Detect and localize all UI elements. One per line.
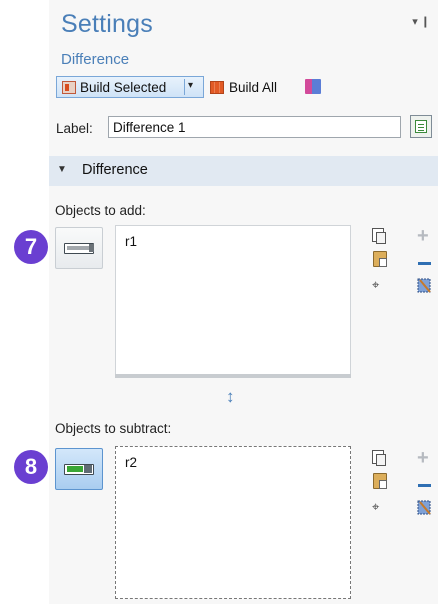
toggle-switch-icon <box>64 464 94 475</box>
zoom-to-selection-icon[interactable]: ⌖ <box>372 499 379 515</box>
toggle-fill <box>67 466 83 472</box>
label-caption: Label: <box>56 121 93 136</box>
node-subtitle: Difference <box>61 51 130 68</box>
clear-selection-icon[interactable] <box>417 278 432 294</box>
list-item[interactable]: r1 <box>125 234 137 249</box>
remove-from-selection-icon[interactable] <box>418 484 431 487</box>
copy-icon[interactable] <box>372 228 386 244</box>
copy-icon[interactable] <box>372 450 386 466</box>
toggle-knob <box>84 465 92 473</box>
list-resize-bar[interactable] <box>115 374 351 378</box>
build-all-button[interactable]: Build All <box>210 76 277 98</box>
zoom-to-selection-icon[interactable]: ⌖ <box>372 277 379 293</box>
section-title: Difference <box>82 162 148 178</box>
add-to-selection-icon[interactable]: + <box>417 448 429 468</box>
step-badge-7: 7 <box>14 230 48 264</box>
build-all-icon <box>210 80 224 94</box>
toggle-switch-icon <box>64 243 94 254</box>
chevron-down-icon[interactable]: ▾ <box>188 80 193 91</box>
build-selected-icon <box>62 80 76 94</box>
geometry-settings-icon[interactable] <box>305 79 321 94</box>
remove-from-selection-icon[interactable] <box>418 262 431 265</box>
build-selected-button[interactable]: Build Selected ▾ <box>56 76 204 98</box>
activate-selection-toggle-add[interactable] <box>55 227 103 269</box>
left-gutter <box>0 0 49 604</box>
paste-icon[interactable] <box>373 473 387 489</box>
label-input[interactable] <box>108 116 401 138</box>
clear-selection-icon[interactable] <box>417 500 432 516</box>
objects-to-add-label: Objects to add: <box>55 203 146 218</box>
list-item[interactable]: r2 <box>125 455 137 470</box>
build-all-label: Build All <box>229 79 278 95</box>
paste-icon[interactable] <box>373 251 387 267</box>
document-icon <box>415 120 427 133</box>
objects-to-subtract-list[interactable]: r2 <box>115 446 351 599</box>
resize-handle-icon[interactable]: ↕ <box>226 387 235 407</box>
build-selected-label: Build Selected <box>80 79 167 95</box>
label-edit-button[interactable] <box>410 115 432 138</box>
step-badge-8: 8 <box>14 450 48 484</box>
page-title: Settings <box>61 10 153 38</box>
expand-triangle-icon[interactable]: ▼ <box>57 164 67 175</box>
activate-selection-toggle-subtract[interactable] <box>55 448 103 490</box>
objects-to-subtract-label: Objects to subtract: <box>55 421 172 436</box>
split-divider <box>184 79 185 95</box>
objects-to-add-list[interactable]: r1 <box>115 225 351 375</box>
pin-icon[interactable]: ▾ ❙ <box>412 15 430 28</box>
add-to-selection-icon[interactable]: + <box>417 226 429 246</box>
toggle-fill <box>67 246 89 250</box>
toggle-knob <box>89 244 94 252</box>
